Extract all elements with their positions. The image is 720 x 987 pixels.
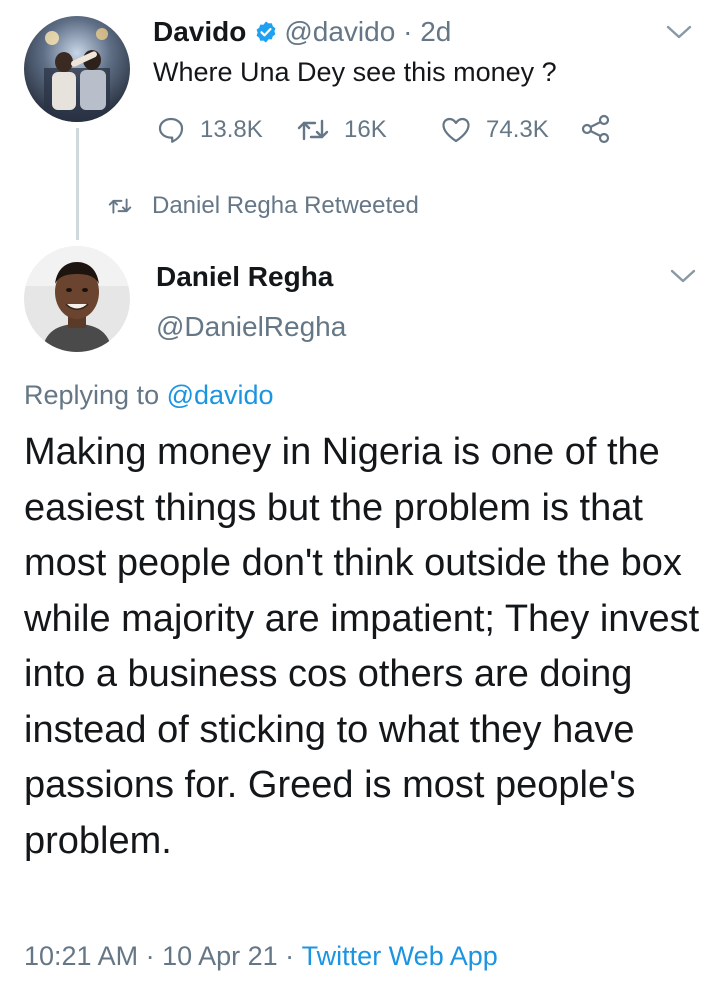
verified-badge-icon: [254, 20, 278, 44]
retweet-context-icon: [108, 198, 132, 214]
replying-to-line: Replying to @davido: [24, 377, 274, 413]
daniel-regha-avatar[interactable]: [24, 246, 130, 352]
davido-avatar-image: [24, 16, 130, 122]
tweet-source-link[interactable]: Twitter Web App: [302, 941, 498, 972]
reply-count: 13.8K: [200, 116, 263, 143]
reply-action[interactable]: 13.8K: [156, 112, 263, 148]
original-author-name[interactable]: Davido: [153, 16, 246, 48]
tweet-time[interactable]: 10:21 AM: [24, 941, 138, 972]
original-author-handle[interactable]: @davido: [284, 16, 395, 48]
original-tweet-text: Where Una Dey see this money ?: [153, 57, 557, 87]
retweet-icon: [297, 119, 329, 141]
main-tweet-menu-chevron-icon[interactable]: [670, 268, 696, 289]
thread-connector-line: [76, 128, 79, 240]
replying-to-prefix: Replying to: [24, 379, 167, 410]
retweet-context-label: Daniel Regha Retweeted: [152, 192, 419, 219]
original-tweet-header: Davido @davido · 2d: [153, 14, 451, 50]
tweet-timestamp-line: 10:21 AM · 10 Apr 21 · Twitter Web App: [24, 938, 498, 974]
replying-to-handle-link[interactable]: @davido: [167, 380, 274, 411]
heart-icon: [442, 117, 470, 143]
main-tweet-text: Making money in Nigeria is one of the ea…: [24, 431, 700, 862]
main-author-name[interactable]: Daniel Regha: [156, 259, 333, 295]
timestamp-separator-2: ·: [277, 940, 302, 971]
share-icon[interactable]: [580, 113, 612, 150]
daniel-regha-avatar-image: [24, 246, 130, 352]
retweet-action[interactable]: 16K: [296, 112, 387, 148]
tweet-date[interactable]: 10 Apr 21: [162, 941, 278, 972]
like-action[interactable]: 74.3K: [440, 112, 549, 148]
davido-avatar[interactable]: [24, 16, 130, 122]
timestamp-separator-1: ·: [138, 940, 163, 971]
original-meta-separator: ·: [395, 16, 421, 47]
main-author-handle[interactable]: @DanielRegha: [156, 309, 346, 345]
original-tweet-age[interactable]: 2d: [420, 16, 451, 48]
reply-icon: [158, 117, 184, 143]
retweet-count: 16K: [344, 116, 387, 143]
like-count: 74.3K: [486, 116, 549, 143]
retweet-context[interactable]: Daniel Regha Retweeted: [106, 190, 419, 222]
original-tweet-menu-chevron-icon[interactable]: [666, 24, 692, 45]
